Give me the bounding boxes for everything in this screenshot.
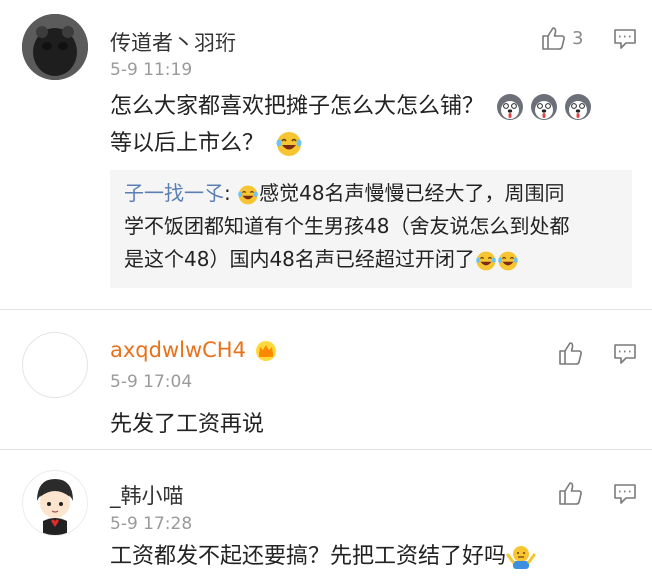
username-text: axqdwlwCH4 — [110, 338, 246, 362]
reply-text: 学不饭团都知道有个生男孩48（舍友说怎么到处都 — [124, 214, 570, 238]
username[interactable]: 传道者丶羽珩 — [110, 27, 236, 57]
username[interactable]: _韩小喵 — [110, 480, 184, 510]
comment-item: 传道者丶羽珩 5-9 11:19 3 怎么大家都喜欢把摊子怎么大怎么铺？ 等以后… — [0, 0, 652, 308]
comment-text: 先发了工资再说 — [110, 412, 265, 437]
reply-text: 是这个48）国内48名声已经超过开闭了 — [124, 247, 475, 271]
comment-time: 5-9 17:28 — [110, 514, 193, 534]
comment-text: 工资都发不起还要搞？先把工资结了好吗 — [110, 538, 536, 575]
comment-text-line: 怎么大家都喜欢把摊子怎么大怎么铺？ — [110, 94, 485, 119]
like-count: 3 — [572, 28, 584, 49]
reply-line: 子一找一孓: 感觉48名声慢慢已经大了，周围同 — [124, 177, 618, 210]
reply-box[interactable]: 子一找一孓: 感觉48名声慢慢已经大了，周围同 学不饭团都知道有个生男孩48（舍… — [110, 170, 632, 288]
laugh-cry-emoji — [238, 185, 258, 204]
reply-author[interactable]: 子一找一孓 — [124, 181, 224, 205]
comment-text: 怎么大家都喜欢把摊子怎么大怎么铺？ 等以后上市么？ — [110, 88, 593, 162]
reply-line: 是这个48）国内48名声已经超过开闭了 — [124, 243, 618, 276]
avatar[interactable] — [22, 14, 88, 80]
comment-time: 5-9 17:04 — [110, 372, 193, 392]
thumbs-up-icon[interactable] — [557, 340, 583, 366]
laugh-cry-emoji — [276, 132, 302, 156]
comment-icon[interactable] — [613, 343, 637, 365]
comment-icon[interactable] — [613, 28, 637, 50]
avatar[interactable] — [22, 332, 88, 398]
comment-item: _韩小喵 5-9 17:28 工资都发不起还要搞？先把工资结了好吗 — [0, 450, 652, 588]
comment-icon[interactable] — [613, 483, 637, 505]
laugh-cry-emoji — [476, 251, 496, 270]
reply-text: 感觉48名声慢慢已经大了，周围同 — [259, 181, 565, 205]
comment-text-line: 等以后上市么？ — [110, 131, 265, 156]
shrug-emoji — [506, 546, 536, 569]
reply-separator: : — [224, 181, 231, 205]
comment-text-line: 工资都发不起还要搞？先把工资结了好吗 — [110, 544, 507, 569]
crown-badge-icon — [255, 341, 276, 361]
husky-emoji — [565, 94, 592, 120]
husky-emoji — [497, 94, 524, 120]
laugh-cry-emoji — [498, 251, 518, 270]
thumbs-up-icon[interactable] — [557, 480, 583, 506]
comment-item: axqdwlwCH4 5-9 17:04 先发了工资再说 — [0, 310, 652, 448]
husky-emoji — [531, 94, 558, 120]
avatar[interactable] — [22, 470, 88, 536]
comment-time: 5-9 11:19 — [110, 60, 193, 80]
username[interactable]: axqdwlwCH4 — [110, 338, 279, 363]
thumbs-up-icon[interactable] — [540, 25, 566, 51]
avatar-image — [37, 479, 73, 535]
avatar-image — [22, 14, 88, 80]
